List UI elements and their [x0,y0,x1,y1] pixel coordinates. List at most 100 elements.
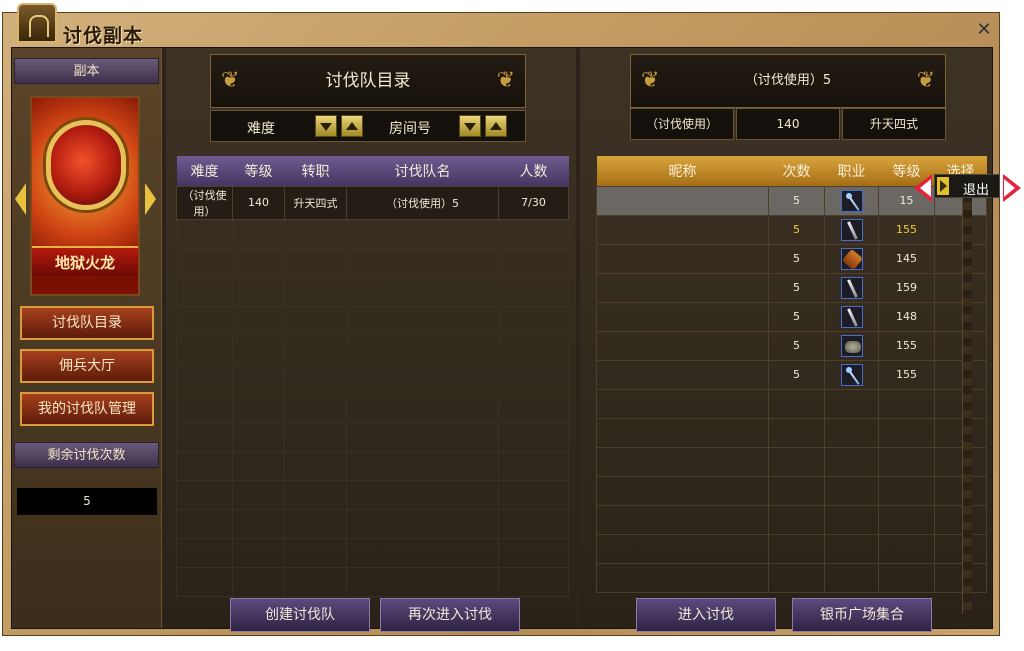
empty-cell [498,479,569,510]
member-level: 155 [878,330,935,361]
info-difficulty: （讨伐使用） [630,108,734,140]
empty-cell [596,504,769,535]
empty-cell [768,388,825,419]
table-row-empty [176,305,569,336]
gather-plaza-button[interactable]: 银币广场集合 [792,598,932,632]
sword-icon [840,276,863,299]
member-select[interactable] [934,243,987,274]
gate-icon [17,3,57,43]
member-row[interactable]: 5 145 [596,243,987,274]
difficulty-down-icon[interactable] [315,115,337,137]
nav-team-directory-button[interactable]: 讨伐队目录 [20,306,154,340]
dungeon-art: 地狱火龙 [30,96,140,296]
member-row[interactable]: 5 155 [596,359,987,390]
col-count[interactable]: 人数 [498,156,569,186]
empty-cell [768,562,825,593]
table-row[interactable]: （讨伐使用） 140 升天四式 （讨伐使用）5 7/30 [176,185,569,220]
info-job: 升天四式 [842,108,946,140]
room-up-icon[interactable] [485,115,507,137]
window-title: 讨伐副本 [63,25,144,47]
member-select[interactable] [934,359,987,390]
empty-cell [596,417,769,448]
member-job [824,272,879,303]
member-job [824,214,879,245]
col-level[interactable]: 等级 [232,156,285,186]
dungeon-header: 副本 [14,58,159,84]
empty-cell [176,479,233,510]
member-row[interactable]: 5 159 [596,272,987,303]
next-dungeon-arrow-icon[interactable] [145,183,156,215]
staff-icon [840,189,863,212]
member-select[interactable] [934,301,987,332]
annotation-arrow-right-icon [1003,174,1021,202]
reenter-button[interactable]: 再次进入讨伐 [380,598,520,632]
empty-cell [284,450,347,481]
member-row[interactable]: 5 155 [596,330,987,361]
empty-cell [284,566,347,597]
empty-cell [934,417,987,448]
col-difficulty[interactable]: 难度 [176,156,233,186]
empty-cell [176,450,233,481]
empty-cell [824,475,879,506]
empty-cell [232,450,285,481]
empty-cell [176,218,233,249]
member-row-empty [596,533,987,564]
member-row[interactable]: 5 155 [596,214,987,245]
empty-cell [232,508,285,539]
member-times: 5 [768,359,825,390]
member-select[interactable] [934,272,987,303]
table-row-empty [176,421,569,452]
close-icon[interactable]: ✕ [975,21,993,39]
empty-cell [498,247,569,278]
difficulty-up-icon[interactable] [341,115,363,137]
empty-cell [768,504,825,535]
empty-cell [934,446,987,477]
empty-cell [284,421,347,452]
member-level: 148 [878,301,935,332]
nav-my-team-button[interactable]: 我的讨伐队管理 [20,392,154,426]
empty-cell [176,421,233,452]
empty-cell [232,537,285,568]
axe-icon [840,247,863,270]
empty-cell [824,446,879,477]
team-detail-panel: （讨伐使用）5 （讨伐使用） 140 升天四式 昵称 次数 职业 等级 选择 5… [580,48,992,632]
prev-dungeon-arrow-icon[interactable] [15,183,26,215]
col-team-name[interactable]: 讨伐队名 [346,156,499,186]
member-select[interactable] [934,330,987,361]
row-team-name: （讨伐使用）5 [346,185,499,220]
sidebar: 副本 地狱火龙 讨伐队目录 佣兵大厅 我的讨伐队管理 剩余讨伐次数 5 [12,48,162,628]
member-row-empty [596,562,987,593]
difficulty-label: 难度 [247,121,275,137]
dragon-emblem-icon [46,120,126,210]
member-job [824,359,879,390]
enter-raid-button[interactable]: 进入讨伐 [636,598,776,632]
table-row-empty [176,450,569,481]
empty-cell [878,504,935,535]
nav-mercenary-hall-button[interactable]: 佣兵大厅 [20,349,154,383]
empty-cell [232,479,285,510]
empty-cell [232,566,285,597]
empty-cell [284,218,347,249]
table-row-empty [176,508,569,539]
empty-cell [346,421,499,452]
create-team-button[interactable]: 创建讨伐队 [230,598,370,632]
empty-cell [232,334,285,365]
member-table: 昵称 次数 职业 等级 选择 5 15 5 155 5 145 5 159 5 148 5 155 5 1… [596,156,987,593]
room-down-icon[interactable] [459,115,481,137]
empty-cell [346,537,499,568]
team-directory-title: 讨伐队目录 [210,54,526,108]
empty-cell [176,508,233,539]
empty-cell [346,334,499,365]
member-row[interactable]: 5 148 [596,301,987,332]
empty-cell [284,537,347,568]
empty-cell [232,392,285,423]
empty-cell [596,533,769,564]
exit-button[interactable]: 退出 [934,174,1000,198]
member-select[interactable] [934,214,987,245]
empty-cell [934,533,987,564]
empty-cell [346,363,499,394]
member-level: 159 [878,272,935,303]
empty-cell [498,566,569,597]
col-job[interactable]: 转职 [284,156,347,186]
member-scrollbar[interactable] [962,186,972,614]
